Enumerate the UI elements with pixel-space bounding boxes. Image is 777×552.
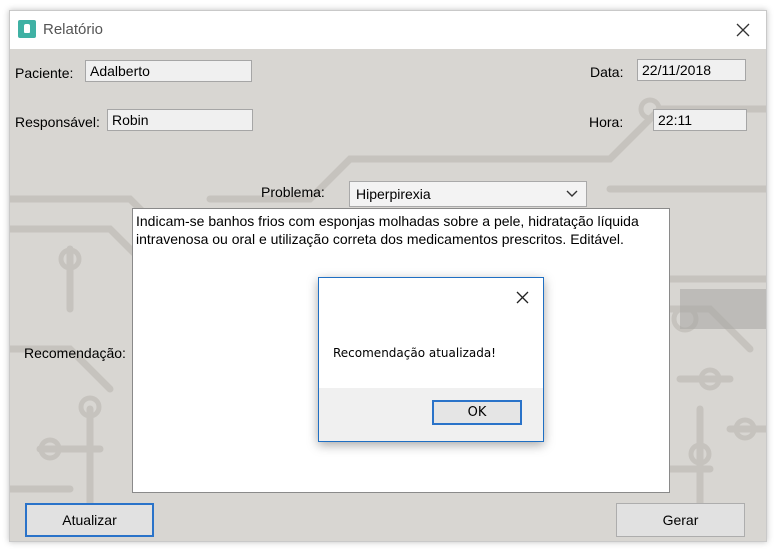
problema-selected-value: Hiperpirexia bbox=[356, 186, 431, 202]
hora-label: Hora: bbox=[589, 114, 624, 130]
app-icon bbox=[18, 20, 36, 38]
responsavel-label: Responsável: bbox=[15, 114, 100, 130]
close-icon bbox=[516, 291, 528, 303]
atualizar-button[interactable]: Atualizar bbox=[25, 503, 154, 537]
window-title: Relatório bbox=[43, 21, 104, 38]
paciente-field[interactable]: Adalberto bbox=[85, 60, 252, 82]
chevron-down-icon bbox=[566, 190, 578, 197]
hora-field[interactable]: 22:11 bbox=[653, 109, 747, 131]
ok-button[interactable]: OK bbox=[432, 400, 522, 425]
data-label: Data: bbox=[590, 64, 624, 80]
gerar-button[interactable]: Gerar bbox=[616, 503, 745, 537]
recomendacao-label: Recomendação: bbox=[24, 345, 126, 361]
message-dialog: Recomendação atualizada! OK bbox=[318, 277, 544, 442]
paciente-label: Paciente: bbox=[15, 65, 74, 81]
report-window: Relatório Paciente: Adalberto Responsáve… bbox=[9, 10, 767, 542]
problema-select[interactable]: Hiperpirexia bbox=[349, 181, 587, 207]
dialog-message: Recomendação atualizada! bbox=[333, 346, 496, 360]
title-bar[interactable]: Relatório bbox=[10, 11, 766, 49]
data-field[interactable]: 22/11/2018 bbox=[637, 59, 746, 81]
problema-label: Problema: bbox=[261, 184, 325, 200]
dialog-close-button[interactable] bbox=[511, 286, 533, 308]
window-close-button[interactable] bbox=[728, 17, 758, 43]
dialog-footer: OK bbox=[319, 388, 543, 441]
responsavel-field[interactable]: Robin bbox=[107, 109, 253, 131]
close-icon bbox=[736, 23, 750, 37]
